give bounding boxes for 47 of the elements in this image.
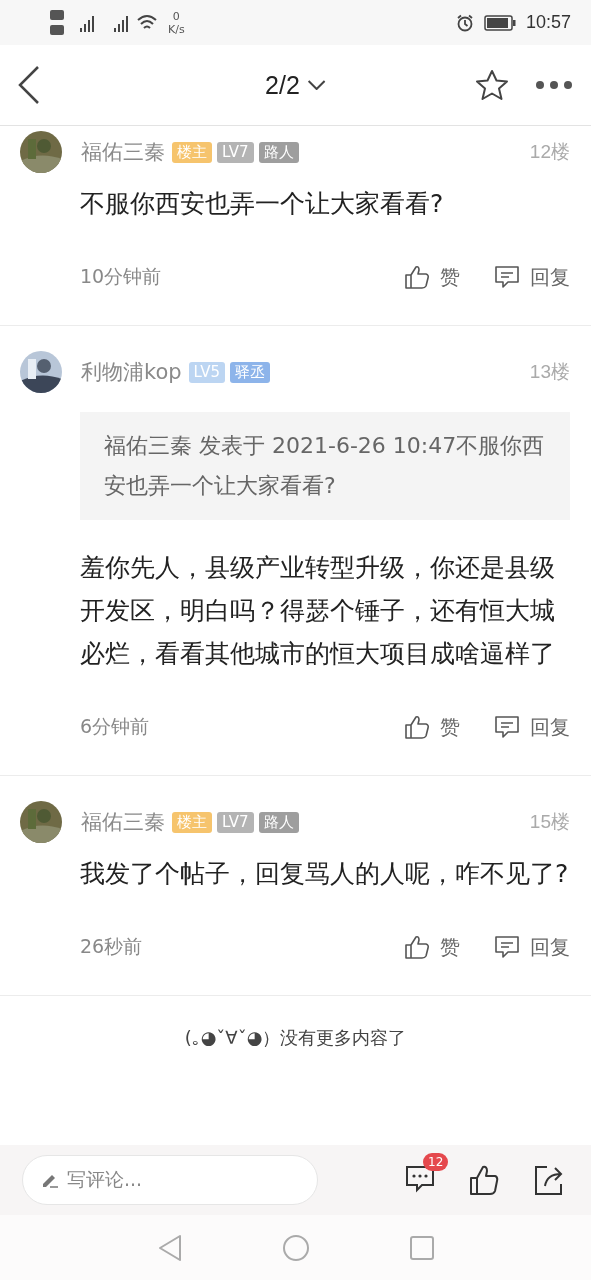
battery-icon — [483, 14, 516, 31]
share-icon[interactable] — [533, 1164, 565, 1196]
end-of-list-note: (｡◕ˇ∀ˇ◕）没有更多内容了 — [183, 1026, 408, 1050]
speed-unit: K/s — [168, 22, 185, 36]
user-badge: LV7 — [217, 811, 254, 833]
post-time: 6分钟前 — [80, 714, 150, 739]
back-icon[interactable] — [18, 66, 40, 104]
comment-count-badge: 12 — [423, 1153, 449, 1171]
chevron-down-icon[interactable] — [307, 80, 326, 90]
reply-button[interactable]: 回复 — [530, 263, 570, 291]
post-time: 26秒前 — [80, 934, 143, 959]
like-button[interactable]: 赞 — [440, 263, 460, 291]
author-name[interactable]: 福佑三秦 — [81, 808, 165, 836]
user-badge: 驿丞 — [230, 361, 271, 383]
quoted-post: 福佑三秦 发表于 2021-6-26 10:47不服你西安也弄一个让大家看看? — [80, 412, 570, 520]
reply-button[interactable]: 回复 — [530, 713, 570, 741]
page-indicator[interactable]: 2/2 — [265, 70, 300, 100]
user-badge: 楼主 — [172, 811, 212, 833]
post-text: 羞你先人，县级产业转型升级，你还是县级开发区，明白吗？得瑟个锤子，还有恒大城必烂，看看其他城市的恒大项目成啥逼样了 — [80, 552, 556, 670]
thumbs-up-icon[interactable] — [404, 935, 430, 959]
post-text: 我发了个帖子，回复骂人的人呢，咋不见了? — [80, 858, 570, 890]
user-badge: LV7 — [217, 141, 254, 163]
user-badge: LV5 — [188, 361, 226, 383]
post-time: 10分钟前 — [80, 264, 162, 289]
floor-number: 15楼 — [529, 810, 570, 834]
author-name[interactable]: 利物浦kop — [81, 358, 182, 386]
post-text: 不服你西安也弄一个让大家看看? — [80, 188, 445, 220]
alarm-icon — [455, 13, 474, 32]
thumbs-up-icon[interactable] — [404, 265, 430, 289]
floor-number: 12楼 — [529, 140, 570, 164]
like-button[interactable]: 赞 — [440, 713, 460, 741]
like-button[interactable]: 赞 — [440, 933, 460, 961]
clock-time: 10:57 — [525, 12, 571, 33]
pencil-icon — [41, 1172, 59, 1188]
reply-button[interactable]: 回复 — [530, 933, 570, 961]
comment-field[interactable]: 写评论... — [22, 1155, 318, 1205]
thumbs-up-icon[interactable] — [469, 1164, 499, 1196]
user-badge: 楼主 — [172, 141, 212, 163]
thumbs-up-icon[interactable] — [404, 715, 430, 739]
more-icon[interactable] — [535, 80, 573, 90]
user-badge: 路人 — [258, 811, 299, 833]
star-icon[interactable] — [475, 69, 509, 101]
author-name[interactable]: 福佑三秦 — [81, 138, 165, 166]
floor-number: 13楼 — [529, 360, 570, 384]
sim-signal-icon — [50, 7, 158, 38]
user-badge: 路人 — [258, 141, 299, 163]
speed-value: 0 — [172, 9, 180, 23]
